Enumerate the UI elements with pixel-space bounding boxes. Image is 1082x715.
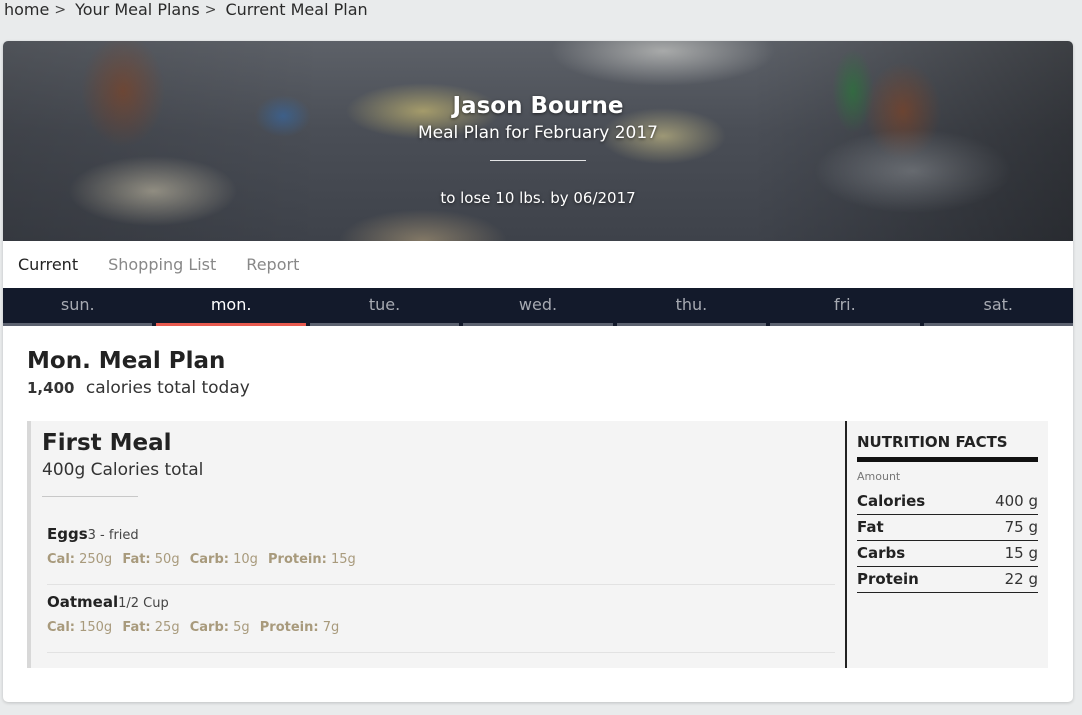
macro-cal-value: 250g [79,552,113,567]
macro-carb-value: 5g [233,620,250,635]
macro-fat-value: 50g [154,552,180,567]
plan-tabs: Current Shopping List Report [3,241,1073,288]
tab-shopping-list[interactable]: Shopping List [108,255,216,274]
nutrition-amount-label: Amount [857,470,901,483]
nutrition-row-fat: Fat 75 g [857,515,1038,541]
plan-goal: to lose 10 lbs. by 06/2017 [440,189,636,207]
plan-title: Mon. Meal Plan [27,348,226,374]
nutrition-label: Calories [857,492,926,510]
breadcrumb-current: Current Meal Plan [225,0,368,19]
meal-details: First Meal 400g Calories total Eggs3 - f… [31,421,845,668]
nutrition-row-protein: Protein 22 g [857,567,1038,593]
macro-cal-label: Cal: [47,620,75,635]
day-tab-thu[interactable]: thu. [616,288,767,326]
breadcrumb: home > Your Meal Plans > Current Meal Pl… [4,0,368,20]
nutrition-label: Fat [857,518,884,536]
macro-carb-label: Carb: [189,552,229,567]
day-tab-sat[interactable]: sat. [923,288,1073,326]
macro-cal-label: Cal: [47,552,75,567]
breadcrumb-separator: > [54,2,67,18]
day-tab-fri[interactable]: fri. [770,288,920,326]
nutrition-row-carbs: Carbs 15 g [857,541,1038,567]
day-selector: sun. mon. tue. wed. thu. fri. sat. [3,288,1073,326]
food-name: Eggs3 - fried [47,525,139,543]
food-label: Eggs [47,525,88,543]
macro-cal-value: 150g [79,620,113,635]
nutrition-value: 22 g [1004,570,1038,588]
nutrition-label: Protein [857,570,919,588]
food-quantity: 3 - fried [87,528,139,543]
meal-title: First Meal [42,430,172,456]
day-tab-sun[interactable]: sun. [3,288,153,326]
tab-report[interactable]: Report [246,255,299,274]
hero-divider [490,160,586,161]
food-label: Oatmeal [47,593,119,611]
calories-value: 1,400 [27,379,75,397]
meal-plan-card: Jason Bourne Meal Plan for February 2017… [3,41,1073,702]
plan-calories: 1,400 calories total today [27,378,250,398]
macro-protein-label: Protein: [259,620,319,635]
breadcrumb-meal-plans[interactable]: Your Meal Plans [75,0,200,20]
macro-fat-value: 25g [154,620,180,635]
day-tab-mon[interactable]: mon. [156,288,307,326]
food-item: Eggs3 - fried Cal: 250g Fat: 50g Carb: 1… [47,517,835,585]
food-macros: Cal: 250g Fat: 50g Carb: 10g Protein: 15… [47,552,362,567]
breadcrumb-home[interactable]: home [4,0,49,20]
meal-subtitle: 400g Calories total [42,460,204,480]
tab-current[interactable]: Current [18,255,78,274]
food-item: Oatmeal1/2 Cup Cal: 150g Fat: 25g Carb: … [47,585,835,653]
user-name: Jason Bourne [452,93,624,119]
food-macros: Cal: 150g Fat: 25g Carb: 5g Protein: 7g [47,620,345,635]
nutrition-value: 75 g [1004,518,1038,536]
nutrition-title: NUTRITION FACTS [857,433,1038,462]
nutrition-label: Carbs [857,544,906,562]
hero-banner: Jason Bourne Meal Plan for February 2017… [3,41,1073,241]
macro-carb-label: Carb: [189,620,229,635]
macro-protein-label: Protein: [268,552,327,567]
macro-protein-value: 15g [330,552,356,567]
macro-fat-label: Fat: [122,620,151,635]
meal-divider [42,496,138,497]
hero-text: Jason Bourne Meal Plan for February 2017… [3,41,1073,241]
nutrition-row-calories: Calories 400 g [857,489,1038,515]
food-name: Oatmeal1/2 Cup [47,593,169,611]
nutrition-value: 400 g [995,492,1038,510]
calories-text: calories total today [85,378,250,398]
day-tab-wed[interactable]: wed. [463,288,614,326]
nutrition-facts-panel: NUTRITION FACTS Amount Calories 400 g Fa… [845,421,1048,668]
nutrition-value: 15 g [1004,544,1038,562]
macro-protein-value: 7g [322,620,340,635]
day-tab-tue[interactable]: tue. [309,288,460,326]
macro-carb-value: 10g [233,552,258,567]
food-quantity: 1/2 Cup [118,596,169,611]
meal-card: First Meal 400g Calories total Eggs3 - f… [27,421,1048,668]
macro-fat-label: Fat: [122,552,151,567]
plan-subtitle: Meal Plan for February 2017 [417,123,659,143]
breadcrumb-separator: > [204,2,217,18]
